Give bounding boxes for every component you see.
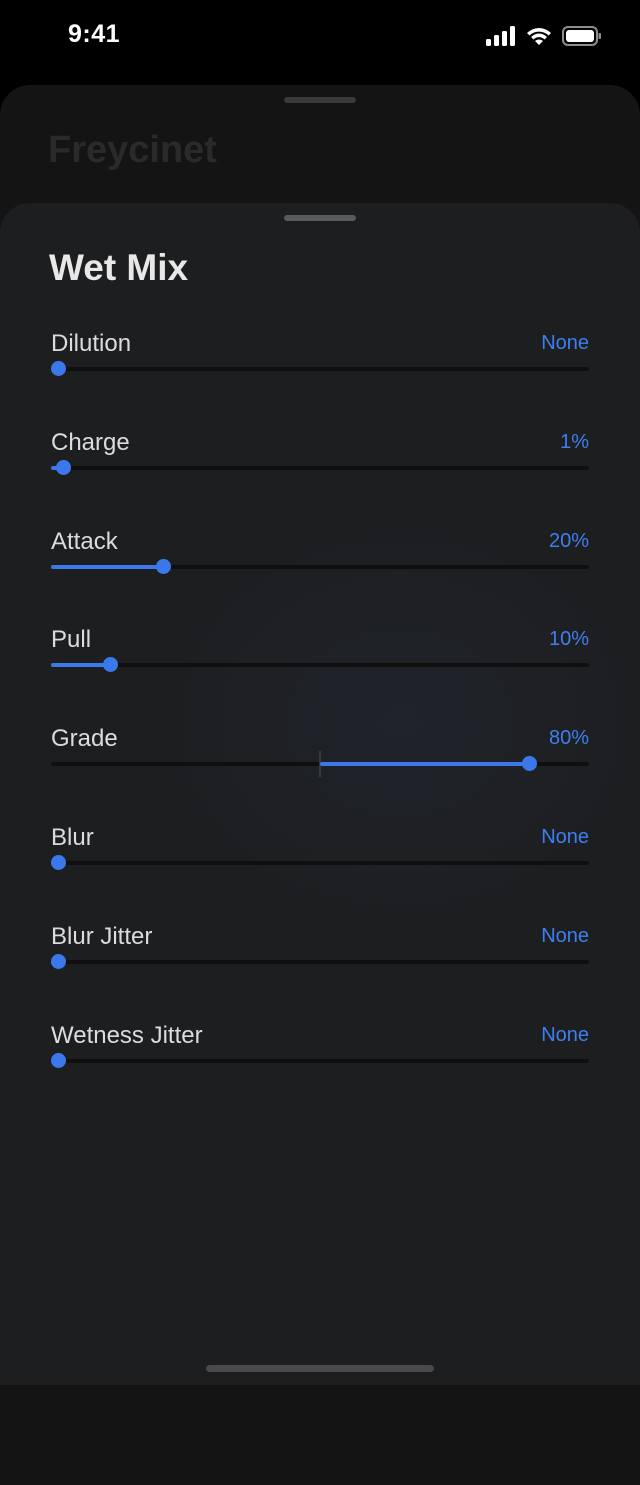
sheet-title: Wet Mix [49,247,189,288]
slider-label: Pull [51,626,92,654]
slider-thumb[interactable] [56,459,72,475]
slider-label: Wetness Jitter [51,1021,203,1049]
slider-label: Blur Jitter [51,922,153,950]
slider-thumb[interactable] [521,756,537,772]
slider-label: Blur [51,824,94,851]
wet-mix-sheet: Wet Mix Dilution None Charge 1% Attack 20% Pul… [0,203,640,1385]
slider-thumb[interactable] [155,558,171,574]
slider-value: 20% [548,529,589,552]
slider-track-pull[interactable] [51,657,589,673]
slider-thumb[interactable] [51,953,66,969]
slider-value: 10% [548,628,589,651]
slider-track-grade[interactable] [51,751,589,778]
slider-track-blur-jitter[interactable] [51,953,589,969]
slider-label: Dilution [51,330,132,357]
slider-row-dilution: Dilution None [51,330,589,410]
slider-thumb[interactable] [51,361,66,376]
slider-row-charge: Charge 1% [51,429,589,509]
slider-value: None [541,924,589,947]
slider-row-blur-jitter: Blur Jitter None [51,923,589,1003]
slider-track-blur[interactable] [51,855,589,870]
background-sheet-grabber[interactable] [284,97,356,103]
slider-row-attack: Attack 20% [51,528,589,608]
status-bar: 9:41 [0,0,640,80]
slider-label: Charge [51,428,130,456]
background-sheet-title: Freycinet [48,129,217,171]
status-icons [486,26,602,46]
battery-icon [562,26,601,46]
slider-thumb[interactable] [51,855,66,870]
slider-row-wetness-jitter: Wetness Jitter None [51,1022,589,1102]
slider-value: 1% [560,430,589,453]
status-time: 9:41 [68,20,121,48]
slider-label: Attack [51,527,118,555]
sheet-grabber[interactable] [284,215,356,221]
slider-row-pull: Pull 10% [51,626,589,706]
slider-value: None [541,1023,589,1046]
slider-value: 80% [548,727,589,750]
slider-row-blur: Blur None [51,824,589,904]
slider-track-attack[interactable] [51,558,589,574]
slider-value: None [541,332,589,354]
home-indicator[interactable] [206,1365,434,1372]
slider-fill [320,762,530,767]
signal-bars-icon [486,26,515,46]
wifi-icon [527,28,551,45]
slider-thumb[interactable] [103,657,119,673]
slider-label: Grade [51,725,118,753]
slider-track-wetness-jitter[interactable] [51,1052,589,1068]
slider-value: None [541,826,589,848]
slider-row-grade: Grade 80% [51,725,589,805]
slider-fill [51,564,164,569]
slider-fill [51,663,111,668]
slider-track-charge[interactable] [51,459,589,475]
slider-track-dilution[interactable] [51,361,589,376]
slider-thumb[interactable] [51,1052,66,1068]
